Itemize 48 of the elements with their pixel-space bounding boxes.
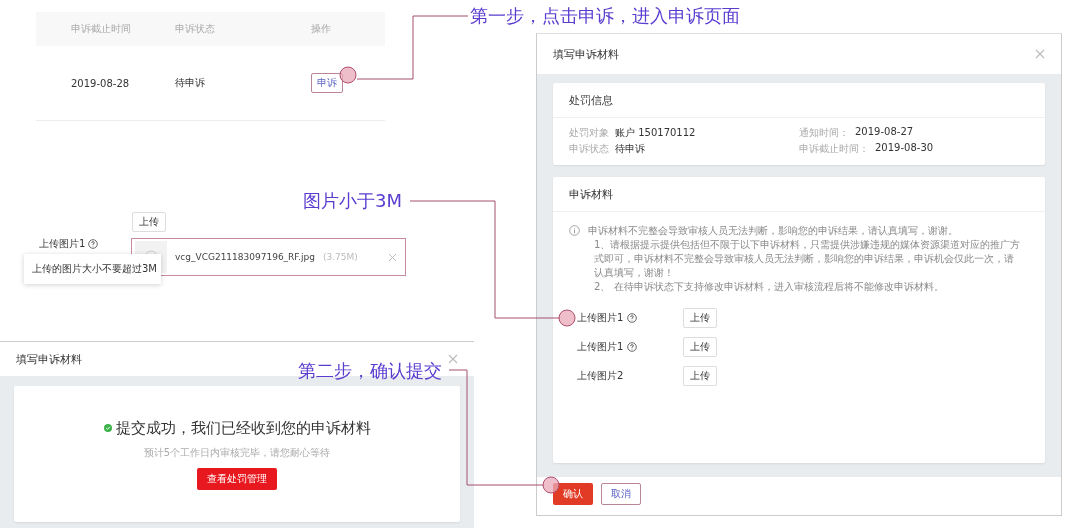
appeal-button[interactable]: 申诉: [311, 73, 343, 93]
note-text: 预计5个工作日内审核完毕，请您耐心等待: [143, 445, 331, 460]
field-label: 申诉截止时间：: [799, 142, 869, 156]
upload-button[interactable]: 上传: [683, 308, 717, 328]
card-title: 处罚信息: [553, 83, 1045, 118]
file-name: vcg_VCG211183097196_RF.jpg: [175, 252, 315, 262]
field-label: 通知时间：: [799, 126, 849, 140]
upload-label: 上传图片1: [577, 340, 624, 354]
annotation-text: 图片小于3M: [303, 189, 402, 213]
field-value: 2019-08-27: [855, 126, 914, 139]
tooltip: 上传的图片大小不要超过3M: [24, 254, 161, 284]
field-label: 申诉状态: [569, 142, 609, 156]
annotation-text: 第一步，点击申诉，进入申诉页面: [470, 4, 740, 28]
field-value: 账户 150170112: [615, 126, 696, 140]
table-cell-text: 待申诉: [175, 76, 206, 90]
view-penalty-button[interactable]: 查看处罚管理: [197, 467, 277, 490]
confirm-button[interactable]: 确认: [553, 483, 593, 505]
help-icon[interactable]: [627, 342, 638, 352]
column-header: 操作: [311, 22, 332, 36]
upload-label: 上传图片1: [39, 237, 86, 251]
cancel-button[interactable]: 取消: [601, 483, 641, 505]
info-icon: [569, 225, 580, 236]
field-label: 处罚对象: [569, 126, 609, 140]
upload-label: 上传图片1: [577, 311, 624, 325]
click-highlight: [558, 309, 576, 327]
help-icon[interactable]: [88, 239, 99, 249]
field-value: 2019-08-30: [875, 142, 934, 155]
upload-button[interactable]: 上传: [683, 366, 717, 386]
field-value: 待申诉: [615, 142, 645, 156]
table-cell-text: 2019-08-28: [70, 77, 131, 89]
upload-label: 上传图片2: [577, 369, 624, 383]
notice-text: 2、 在待申诉状态下支持修改申诉材料，进入审核流程后将不能修改申诉材料。: [593, 280, 945, 294]
card-title: 申诉材料: [553, 177, 1045, 212]
click-highlight: [339, 66, 357, 84]
notice-text: 申诉材料不完整会导致审核人员无法判断，影响您的申诉结果，请认真填写，谢谢。: [588, 224, 959, 238]
help-icon[interactable]: [627, 313, 638, 323]
file-size: (3.75M): [322, 252, 359, 262]
dialog-title: 填写申诉材料: [16, 351, 82, 367]
success-icon: [103, 424, 112, 432]
column-header: 申诉状态: [175, 22, 216, 36]
column-header: 申诉截止时间: [70, 22, 132, 36]
click-highlight: [542, 476, 560, 494]
annotation-text: 第二步，确认提交: [298, 359, 442, 383]
upload-button[interactable]: 上传: [683, 337, 717, 357]
upload-button[interactable]: 上传: [132, 212, 166, 232]
notice-text: 1、请根据提示提供包括但不限于以下申诉材料，只需提供涉嫌违规的媒体资源渠道对应的推广方式即可，申诉材料不完整会导致审核人员无法判断，影响您的申诉结果，申诉机会仅此一次，请认真填写，谢谢！: [593, 238, 1021, 280]
dialog-title: 填写申诉材料: [553, 46, 619, 62]
success-message: 提交成功，我们已经收到您的申诉材料: [115, 418, 371, 438]
